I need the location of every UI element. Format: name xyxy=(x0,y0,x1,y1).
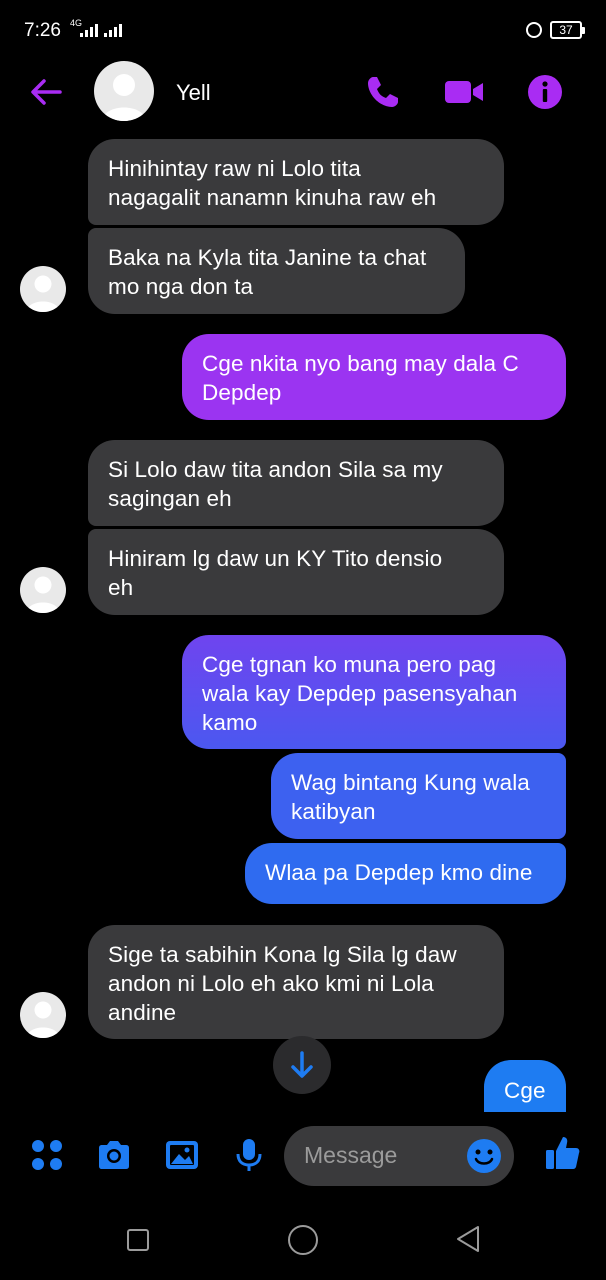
message-line: sagingan eh xyxy=(108,486,232,511)
battery-level: 37 xyxy=(559,23,573,37)
message-line: Cge xyxy=(504,1078,546,1103)
incoming-message[interactable]: Hiniram lg daw un KY Tito densio eh xyxy=(88,529,504,615)
message-line: Si Lolo daw tita andon Sila sa my xyxy=(108,457,443,482)
battery-icon: 37 xyxy=(550,21,585,39)
microphone-icon[interactable] xyxy=(230,1136,268,1174)
message-placeholder: Message xyxy=(304,1142,398,1168)
message-line: Wag bintang Kung wala xyxy=(291,770,530,795)
message-line: andine xyxy=(108,1000,177,1025)
sender-avatar[interactable] xyxy=(20,992,66,1038)
message-line: wala kay Depdep pasensyahan xyxy=(202,681,518,706)
message-line: Wlaa pa Depdep kmo dine xyxy=(265,860,533,885)
default-avatar-icon xyxy=(26,576,60,613)
menu-grid-icon[interactable] xyxy=(28,1136,66,1174)
outgoing-message[interactable]: Cge nkita nyo bang may dala C Depdep xyxy=(182,334,566,420)
incoming-message[interactable]: Hinihintay raw ni Lolo tita nagagalit na… xyxy=(88,139,504,225)
back-nav-icon[interactable] xyxy=(454,1224,482,1254)
info-icon[interactable] xyxy=(526,73,566,111)
default-avatar-icon xyxy=(26,1001,60,1038)
message-composer: Message xyxy=(0,1118,606,1196)
incoming-message[interactable]: Baka na Kyla tita Janine ta chat mo nga … xyxy=(88,228,465,314)
contact-name[interactable]: Yell xyxy=(176,80,211,106)
emoji-icon[interactable] xyxy=(466,1138,502,1174)
phone-call-icon[interactable] xyxy=(364,73,404,111)
message-input[interactable]: Message xyxy=(284,1126,514,1186)
system-nav-bar xyxy=(0,1196,606,1280)
home-icon[interactable] xyxy=(287,1224,319,1256)
message-line: nagagalit nanamn kinuha raw eh xyxy=(108,185,437,210)
message-line: Baka na Kyla tita Janine ta chat xyxy=(108,245,427,270)
message-line: kamo xyxy=(202,710,258,735)
incoming-message[interactable]: Sige ta sabihin Kona lg Sila lg daw ando… xyxy=(88,925,504,1039)
message-line: katibyan xyxy=(291,799,376,824)
message-line: Hiniram lg daw un KY Tito densio xyxy=(108,546,443,571)
sender-avatar[interactable] xyxy=(20,266,66,312)
signal-2-icon xyxy=(104,24,122,37)
message-line: Hinihintay raw ni Lolo tita xyxy=(108,156,361,181)
message-line: mo nga don ta xyxy=(108,274,254,299)
video-call-icon[interactable] xyxy=(444,73,484,111)
default-avatar-icon xyxy=(26,275,60,312)
contact-avatar[interactable] xyxy=(94,61,154,121)
message-line: Cge tgnan ko muna pero pag xyxy=(202,652,497,677)
message-line: eh xyxy=(108,575,134,600)
rotation-lock-icon xyxy=(526,22,542,38)
outgoing-message[interactable]: Wag bintang Kung wala katibyan xyxy=(271,753,566,839)
message-line: Cge nkita nyo bang may dala C xyxy=(202,351,519,376)
arrow-down-icon xyxy=(291,1051,313,1078)
gallery-icon[interactable] xyxy=(163,1136,201,1174)
outgoing-message[interactable]: Cge tgnan ko muna pero pag wala kay Depd… xyxy=(182,635,566,749)
outgoing-message[interactable]: Wlaa pa Depdep kmo dine xyxy=(245,843,566,904)
camera-icon[interactable] xyxy=(95,1136,133,1174)
status-bar: 7:26 4G 37 xyxy=(0,0,606,60)
scroll-to-bottom-button[interactable] xyxy=(273,1036,331,1094)
default-avatar-icon xyxy=(102,74,146,121)
message-line: Depdep xyxy=(202,380,282,405)
message-line: Sige ta sabihin Kona lg Sila lg daw xyxy=(108,942,457,967)
signal-icon xyxy=(80,24,98,37)
chat-header: Yell xyxy=(0,60,606,126)
recent-apps-icon[interactable] xyxy=(126,1228,150,1252)
thumbs-up-icon[interactable] xyxy=(544,1134,582,1172)
message-line: andon ni Lolo eh ako kmi ni Lola xyxy=(108,971,434,996)
back-arrow-icon[interactable] xyxy=(28,74,64,110)
sender-avatar[interactable] xyxy=(20,567,66,613)
incoming-message[interactable]: Si Lolo daw tita andon Sila sa my saging… xyxy=(88,440,504,526)
outgoing-message[interactable]: Cge xyxy=(484,1060,566,1112)
status-time: 7:26 xyxy=(24,20,61,41)
